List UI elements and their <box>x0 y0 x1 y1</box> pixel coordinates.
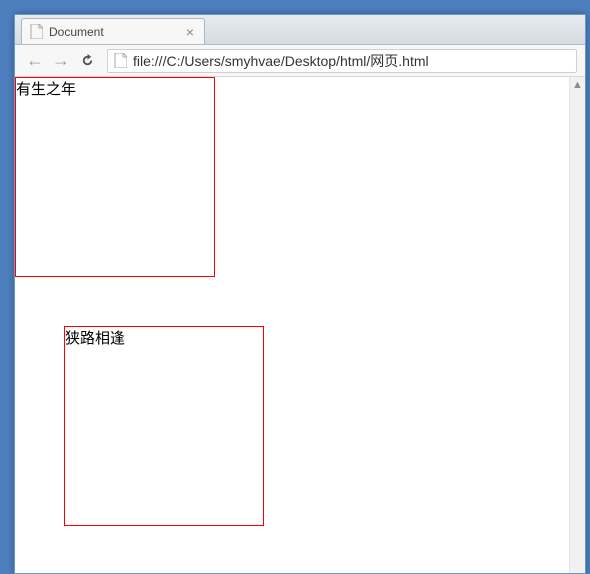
back-button[interactable]: ← <box>23 49 47 73</box>
address-bar[interactable]: file:///C:/Users/smyhvae/Desktop/html/网页… <box>107 49 577 73</box>
file-icon <box>30 24 43 39</box>
box-1: 有生之年 <box>15 77 215 277</box>
browser-tab[interactable]: Document × <box>21 18 205 44</box>
forward-button[interactable]: → <box>49 49 73 73</box>
vertical-scrollbar[interactable]: ▲ <box>569 77 585 573</box>
close-icon[interactable]: × <box>184 25 196 39</box>
page-content: 有生之年 狭路相逢 <box>15 77 585 573</box>
reload-button[interactable] <box>75 49 99 73</box>
box-1-text: 有生之年 <box>16 82 76 98</box>
tab-strip: Document × <box>15 15 585 45</box>
toolbar: ← → file:///C:/Users/smyhvae/Desktop/htm… <box>15 45 585 77</box>
tab-title: Document <box>49 25 104 39</box>
box-2: 狭路相逢 <box>64 326 264 526</box>
box-2-text: 狭路相逢 <box>65 331 125 347</box>
url-text: file:///C:/Users/smyhvae/Desktop/html/网页… <box>133 51 429 71</box>
browser-window: Document × ← → file:///C:/Users/smyhvae/… <box>14 14 586 574</box>
file-icon <box>114 53 127 68</box>
scroll-up-icon[interactable]: ▲ <box>570 77 585 93</box>
tab-content: Document <box>30 24 104 39</box>
